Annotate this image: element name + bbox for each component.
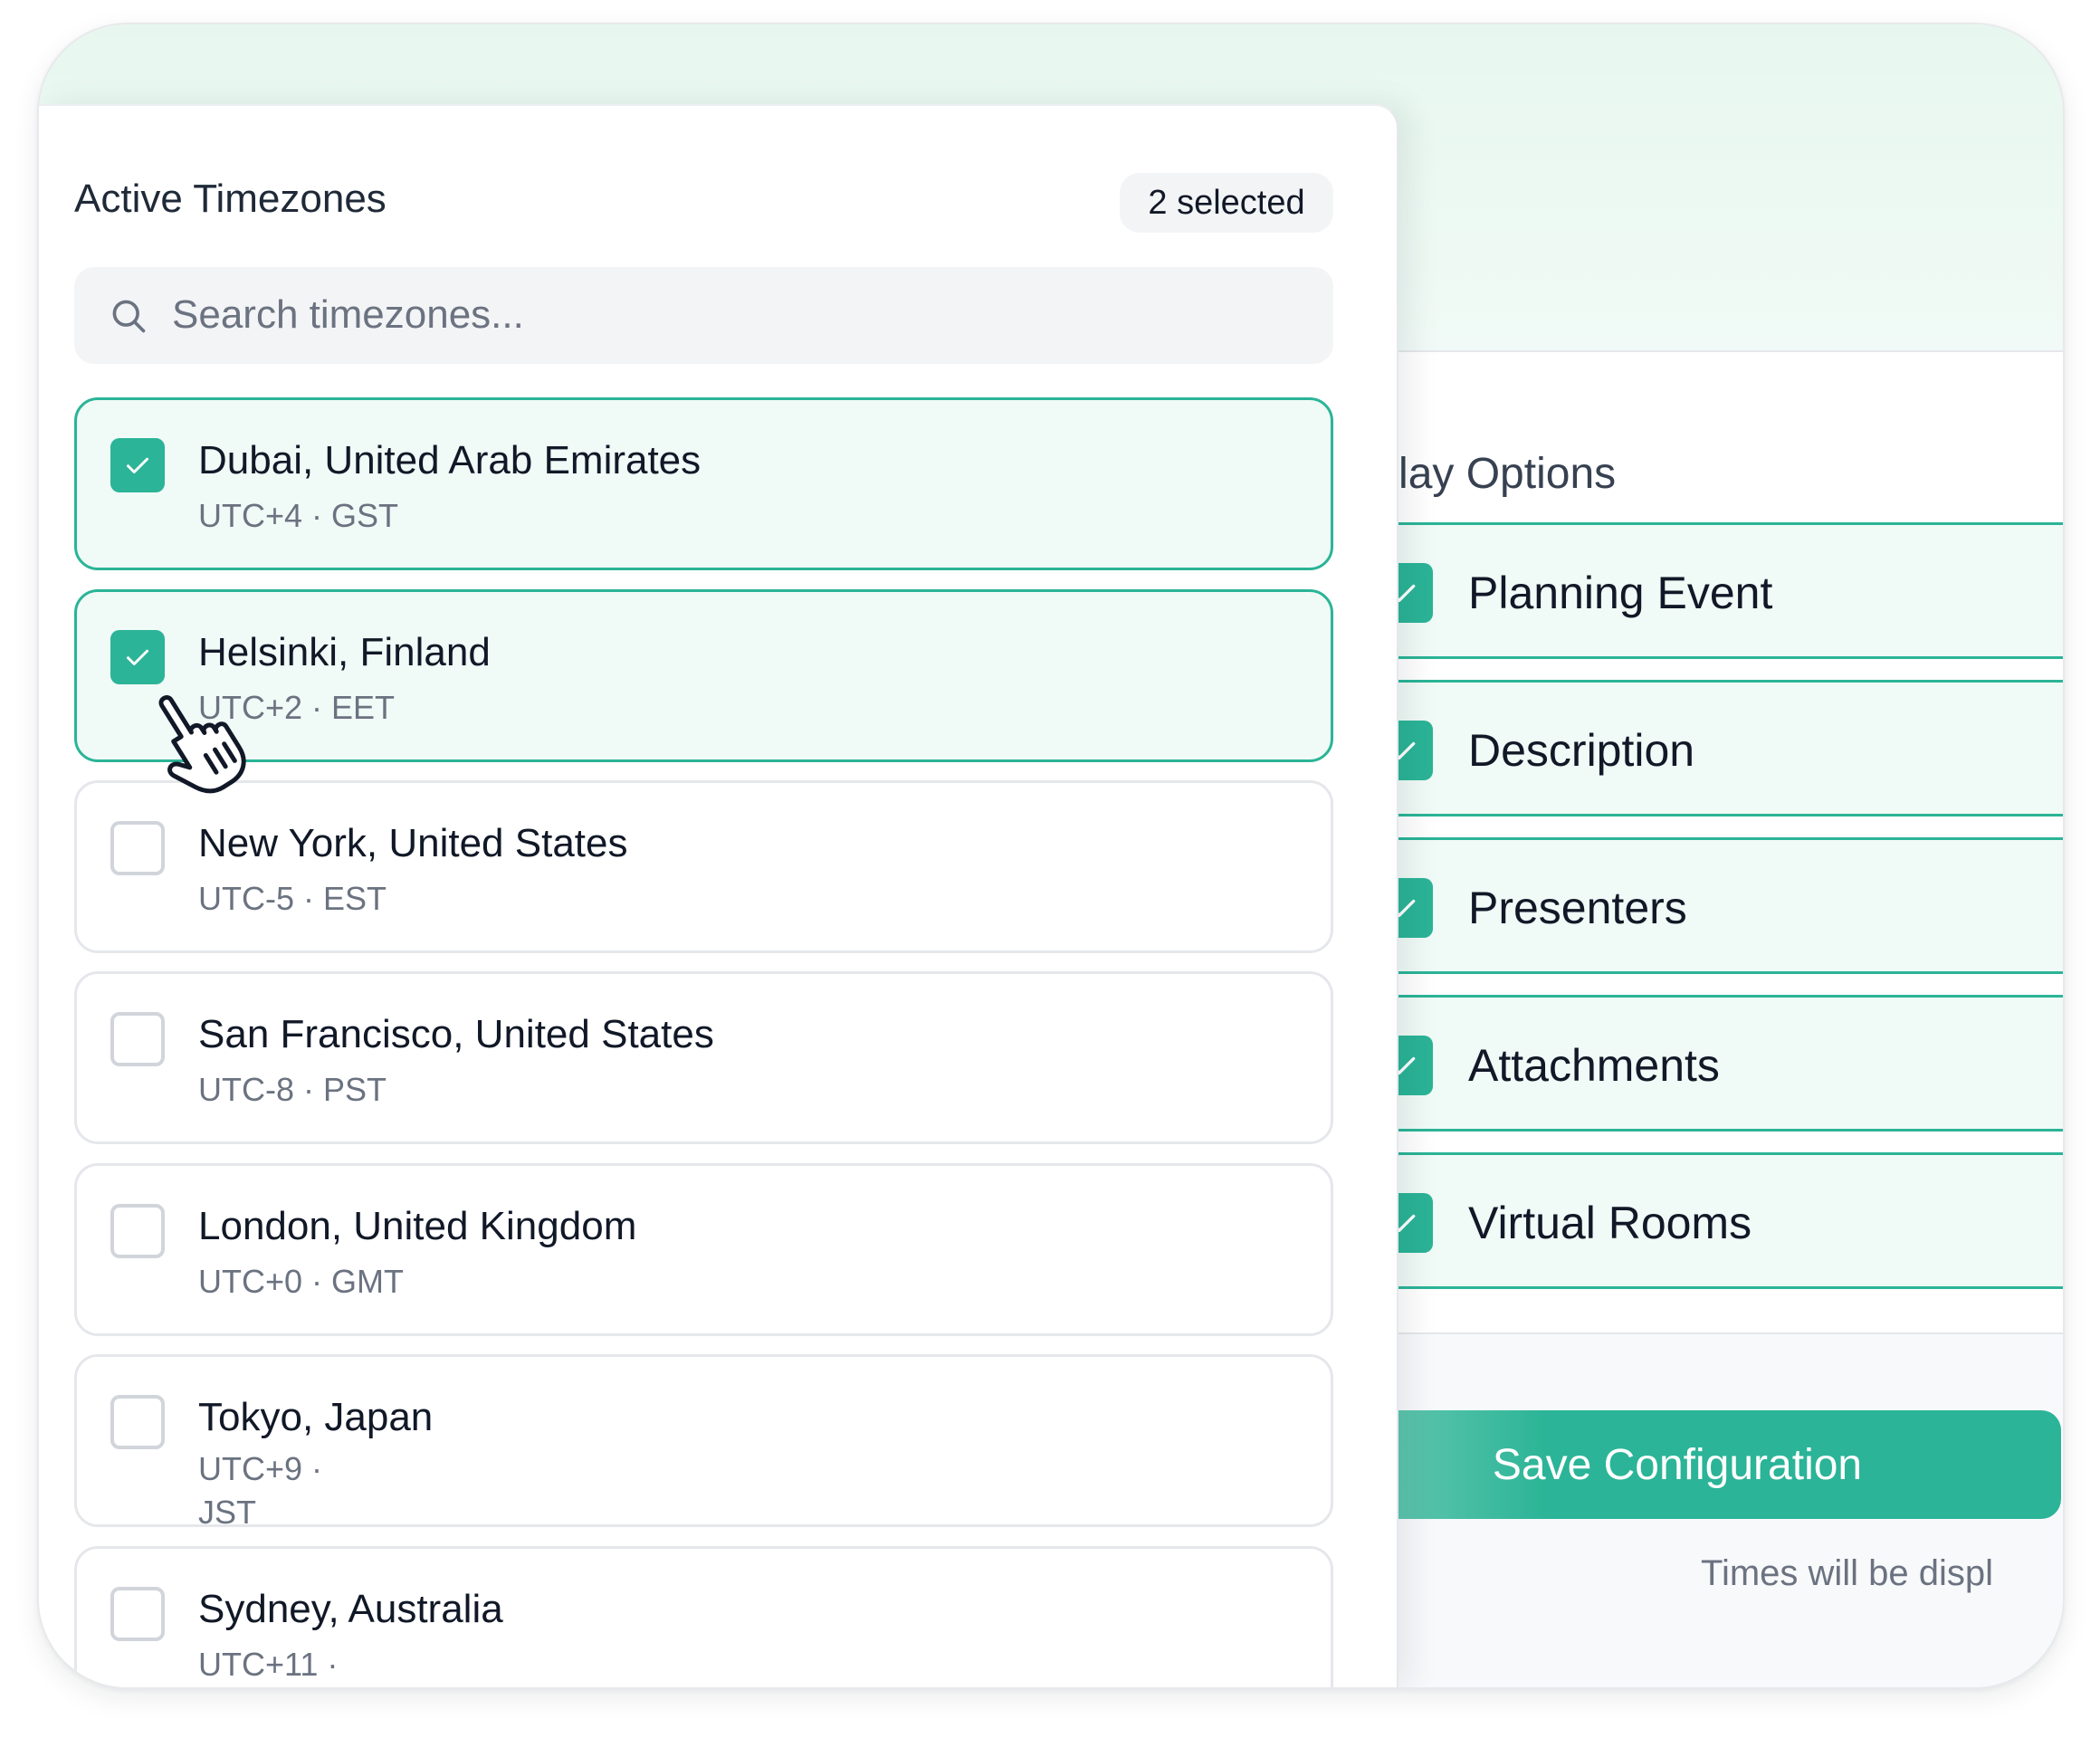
timezone-offset: UTC+11 · bbox=[198, 1646, 339, 1683]
option-attachments[interactable]: Attachments bbox=[1348, 995, 2063, 1132]
timezone-item-san-francisco[interactable]: San Francisco, United States UTC-8 · PST bbox=[74, 971, 1333, 1144]
check-icon bbox=[127, 649, 148, 665]
search-input[interactable] bbox=[172, 285, 1258, 345]
timezone-city: San Francisco, United States bbox=[198, 1012, 714, 1056]
timezone-city: Sydney, Australia bbox=[198, 1587, 503, 1631]
option-label: Presenters bbox=[1468, 883, 1687, 933]
timezones-panel: Active Timezones 2 selected Dubai, Unite… bbox=[39, 104, 1398, 1687]
option-presenters[interactable]: Presenters bbox=[1348, 837, 2063, 974]
app-window: Display Options Planning Event Descripti… bbox=[37, 23, 2065, 1689]
option-label: Attachments bbox=[1468, 1040, 1720, 1091]
timezone-city: Helsinki, Finland bbox=[198, 630, 491, 674]
search-icon bbox=[112, 300, 146, 333]
timezone-item-dubai[interactable]: Dubai, United Arab Emirates UTC+4 · GST bbox=[74, 397, 1333, 570]
checkbox-checked[interactable] bbox=[110, 438, 165, 492]
option-description[interactable]: Description bbox=[1348, 680, 2063, 816]
hand-pointer-icon bbox=[158, 695, 246, 794]
timezone-city: Dubai, United Arab Emirates bbox=[198, 438, 702, 482]
timezone-city: Tokyo, Japan bbox=[198, 1395, 434, 1439]
check-icon bbox=[127, 457, 148, 473]
display-options-card: Display Options Planning Event Descripti… bbox=[1312, 352, 2063, 1334]
timezone-item-tokyo[interactable]: Tokyo, Japan UTC+9 · JST bbox=[74, 1354, 1333, 1531]
timezone-offset: UTC-5 · EST bbox=[198, 880, 387, 917]
display-options-panel: Display Options Planning Event Descripti… bbox=[1312, 350, 2063, 1687]
search-box[interactable] bbox=[74, 267, 1333, 364]
timezone-city: New York, United States bbox=[198, 821, 628, 865]
checkbox-unchecked[interactable] bbox=[110, 1204, 165, 1258]
selected-count-badge: 2 selected bbox=[1120, 173, 1333, 233]
option-label: Virtual Rooms bbox=[1468, 1198, 1752, 1248]
checkbox-unchecked[interactable] bbox=[110, 821, 165, 875]
timezone-offset: UTC-8 · PST bbox=[198, 1071, 387, 1108]
option-label: Planning Event bbox=[1468, 568, 1773, 618]
timezone-offset: UTC+9 · JST bbox=[198, 1450, 323, 1531]
timezone-offset: UTC+4 · GST bbox=[198, 497, 399, 534]
timezone-item-sydney[interactable]: Sydney, Australia UTC+11 · bbox=[74, 1546, 1333, 1687]
panel-title: Active Timezones bbox=[74, 177, 387, 221]
timezone-item-new-york[interactable]: New York, United States UTC-5 · EST bbox=[74, 780, 1333, 953]
timezone-offset: UTC+0 · GMT bbox=[198, 1263, 405, 1300]
checkbox-unchecked[interactable] bbox=[110, 1012, 165, 1066]
option-planning-event[interactable]: Planning Event bbox=[1348, 522, 2063, 659]
footnote-text: Times will be displ bbox=[1701, 1553, 1994, 1593]
option-label: Description bbox=[1468, 725, 1695, 776]
checkbox-unchecked[interactable] bbox=[110, 1395, 165, 1449]
timezone-city: London, United Kingdom bbox=[198, 1204, 637, 1248]
save-button-label: Save Configuration bbox=[1492, 1440, 1863, 1489]
checkbox-unchecked[interactable] bbox=[110, 1587, 165, 1641]
timezone-item-london[interactable]: London, United Kingdom UTC+0 · GMT bbox=[74, 1163, 1333, 1336]
option-virtual-rooms[interactable]: Virtual Rooms bbox=[1348, 1152, 2063, 1289]
save-configuration-button[interactable]: Save Configuration bbox=[1348, 1410, 2061, 1519]
